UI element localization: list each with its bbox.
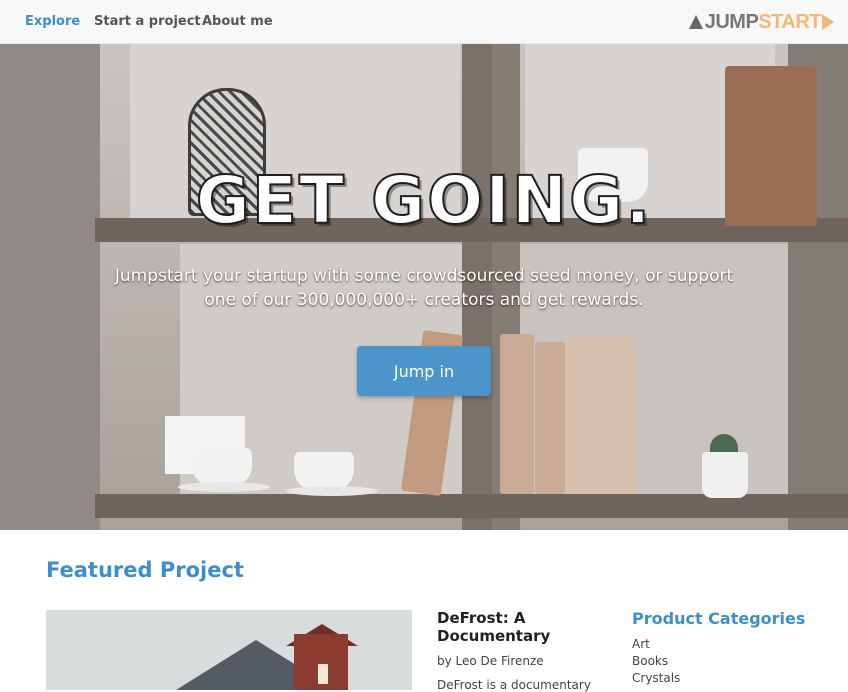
hero-title: Get going. <box>195 161 653 240</box>
nav-about-me[interactable]: About me <box>202 14 273 29</box>
saucer-decor <box>286 486 378 496</box>
category-list: Art Books Crystals <box>632 636 680 687</box>
window-decor <box>318 664 328 684</box>
play-arrow-icon <box>822 14 834 30</box>
top-navbar: Explore Start a project About me JUMPSTA… <box>0 0 848 44</box>
featured-project-image[interactable] <box>46 610 412 690</box>
brand-logo[interactable]: JUMPSTART <box>688 9 834 35</box>
hero-banner: Get going. Jumpstart your startup with s… <box>0 44 848 530</box>
category-item-books[interactable]: Books <box>632 653 680 670</box>
mountain-icon <box>688 15 703 29</box>
project-author: by Leo De Firenze <box>437 654 544 668</box>
nav-start-project[interactable]: Start a project <box>94 14 201 29</box>
project-title[interactable]: DeFrost: A Documentary <box>437 609 597 645</box>
jump-in-button[interactable]: Jump in <box>357 346 491 396</box>
book-decor <box>535 342 565 494</box>
book-decor <box>500 334 534 494</box>
hero-subtitle: Jumpstart your startup with some crowdso… <box>114 266 734 310</box>
cup-decor <box>294 452 354 490</box>
category-item-art[interactable]: Art <box>632 636 680 653</box>
plant-pot-decor <box>702 452 748 498</box>
brand-text: JUMPSTART <box>704 10 822 33</box>
nav-explore[interactable]: Explore <box>25 14 80 29</box>
category-item-crystals[interactable]: Crystals <box>632 670 680 687</box>
product-categories-heading: Product Categories <box>632 609 806 628</box>
saucer-decor <box>178 482 270 492</box>
book-decor <box>565 336 635 494</box>
featured-project-heading: Featured Project <box>46 558 244 582</box>
cup-decor <box>192 448 252 486</box>
shelf-side-left <box>0 44 100 530</box>
